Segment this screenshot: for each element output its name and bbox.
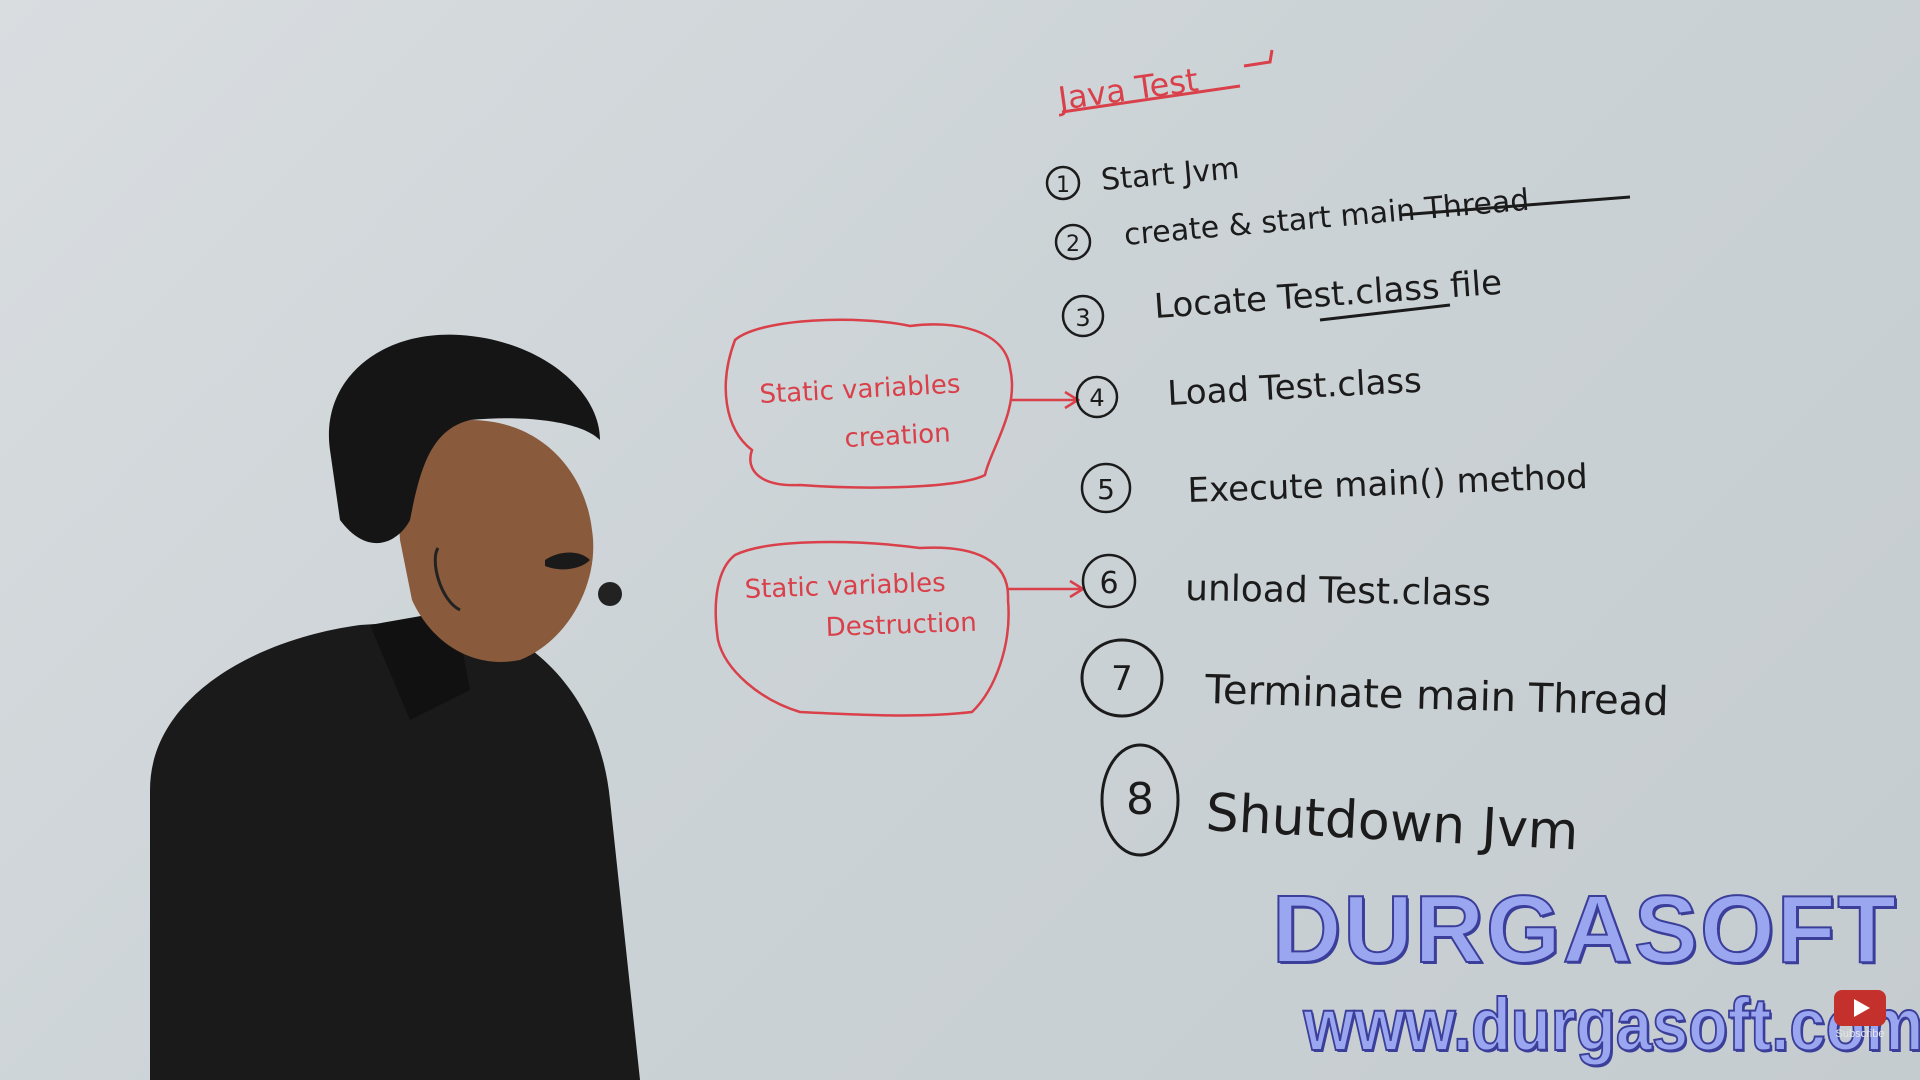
subscribe-label: Subscribe	[1835, 1028, 1885, 1040]
step-7-number: 7	[1111, 659, 1133, 699]
presenter-figure	[150, 334, 640, 1080]
watermark: DURGASOFT www.durgasoft.com	[1265, 876, 1920, 1070]
step-7-text: Terminate main Thread	[1204, 667, 1670, 725]
step-8-number: 8	[1126, 774, 1154, 825]
arrow-to-step-4	[1012, 390, 1081, 410]
youtube-play-icon	[1834, 990, 1886, 1026]
step-5-number: 5	[1097, 473, 1115, 506]
watermark-name: DURGASOFT	[1271, 876, 1898, 983]
note-creation-line1: Static variables	[759, 370, 961, 410]
video-frame: Java Test 1 Start Jvm 2 create & start m…	[0, 0, 1920, 1080]
step-4-text: Load Test.class	[1166, 361, 1422, 414]
step-6-number: 6	[1099, 566, 1118, 601]
microphone-icon	[598, 582, 622, 606]
step-4-number: 4	[1089, 384, 1104, 412]
step-1-number: 1	[1056, 173, 1070, 198]
step-6-text: unload Test.class	[1185, 568, 1491, 614]
note-destruction-line2: Destruction	[825, 608, 977, 643]
step-8-text: Shutdown Jvm	[1204, 783, 1580, 862]
presenter-face	[399, 420, 594, 662]
note-creation-line2: creation	[844, 418, 952, 454]
step-3-number: 3	[1075, 304, 1090, 332]
arrow-to-step-6	[1008, 579, 1086, 599]
step-2-text: create & start main Thread	[1123, 183, 1531, 253]
step-5-text: Execute main() method	[1187, 457, 1589, 511]
step-3-text: Locate Test.class file	[1153, 263, 1503, 327]
presenter-shirt	[150, 618, 640, 1080]
watermark-url: www.durgasoft.com	[1303, 982, 1920, 1067]
step-2-number: 2	[1066, 232, 1080, 257]
subscribe-button[interactable]: Subscribe	[1832, 990, 1888, 1042]
return-arrow-icon	[1243, 49, 1274, 68]
step-1-text: Start Jvm	[1100, 151, 1241, 198]
note-destruction-line1: Static variables	[744, 568, 946, 605]
